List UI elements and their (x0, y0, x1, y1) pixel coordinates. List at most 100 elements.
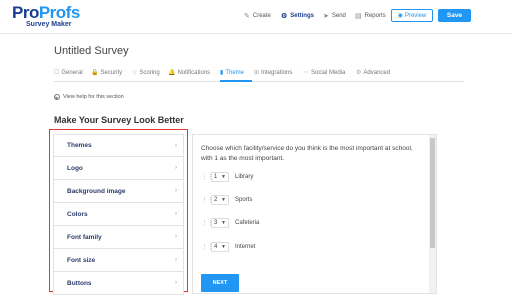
reports-icon: ▤ (355, 13, 362, 20)
chevron-right-icon: › (175, 165, 177, 171)
tab-scoring[interactable]: ☆ Scoring (132, 69, 160, 77)
rank-row[interactable]: ⋮⋮ 2 ▼ Sports (201, 195, 252, 205)
tab-notifications-label: Notifications (177, 69, 211, 76)
active-tab-indicator (220, 80, 252, 82)
rank-select[interactable]: 2 ▼ (211, 195, 229, 205)
rank-value: 3 (214, 220, 218, 226)
tab-advanced-label: Advanced (363, 69, 391, 76)
sidebar-item-label: Font size (67, 256, 96, 264)
sidebar-item-label: Colors (67, 210, 88, 218)
chevron-right-icon: › (175, 211, 177, 217)
rank-value: 2 (214, 197, 218, 203)
tab-notifications[interactable]: 🔔 Notifications (168, 69, 211, 77)
logo-subtitle: Survey Maker (26, 21, 72, 28)
chevron-right-icon: › (175, 257, 177, 263)
general-icon: ☐ (54, 70, 60, 76)
top-header: ProProfs Survey Maker ✎ Create ⚙ Setting… (0, 0, 512, 34)
social-icon: ⋯ (303, 70, 309, 76)
theme-options-list: Themes › Logo › Background image › Colors › … (53, 134, 184, 295)
tab-theme-label: Theme (225, 69, 244, 76)
rank-select[interactable]: 1 ▼ (211, 172, 229, 182)
rank-row[interactable]: ⋮⋮ 3 ▼ Cafeteria (201, 218, 259, 228)
rank-value: 4 (214, 244, 218, 250)
sidebar-item-background-image[interactable]: Background image › (53, 180, 184, 203)
tab-general[interactable]: ☐ General (54, 69, 83, 77)
chevron-down-icon: ▼ (221, 174, 226, 180)
tab-social-media[interactable]: ⋯ Social Media (303, 69, 346, 77)
chevron-right-icon: › (175, 142, 177, 149)
eye-icon: ◉ (397, 13, 403, 19)
question-text: Choose which facility/service do you thi… (201, 145, 413, 162)
nav-settings-label: Settings (290, 13, 314, 19)
chevron-down-icon: ▼ (221, 244, 226, 250)
rank-label: Internet (235, 244, 256, 250)
rank-label: Cafeteria (235, 220, 260, 226)
sidebar-item-font-family[interactable]: Font family › (53, 226, 184, 249)
sidebar-item-themes[interactable]: Themes › (53, 134, 184, 157)
tab-integrations[interactable]: ⊞ Integrations (254, 69, 293, 77)
nav-send[interactable]: ➤ Send (323, 12, 346, 20)
play-icon: ▶ (54, 94, 60, 100)
sidebar-item-label: Font family (67, 233, 102, 241)
advanced-gear-icon: ⚙ (356, 70, 362, 76)
survey-preview: Choose which facility/service do you thi… (192, 134, 437, 294)
drag-handle-icon[interactable]: ⋮⋮ (201, 219, 214, 227)
nav-send-label: Send (331, 13, 346, 19)
save-button[interactable]: Save (438, 9, 471, 22)
chevron-down-icon: ▼ (221, 220, 226, 226)
tab-scoring-label: Scoring (139, 69, 160, 76)
next-button[interactable]: NEXT (201, 274, 239, 292)
sidebar-item-colors[interactable]: Colors › (53, 203, 184, 226)
tab-theme[interactable]: ▮ Theme (220, 69, 244, 77)
tab-security[interactable]: 🔒 Security (91, 69, 123, 77)
preview-button-label: Preview (404, 12, 427, 19)
chevron-right-icon: › (175, 188, 177, 194)
nav-create-label: Create (252, 13, 271, 19)
chevron-down-icon: ▼ (221, 197, 226, 203)
sidebar-item-font-size[interactable]: Font size › (53, 249, 184, 272)
nav-settings[interactable]: ⚙ Settings (281, 12, 314, 20)
tab-general-label: General (61, 69, 83, 76)
logo-text-pro: Pro (12, 3, 39, 22)
preview-button[interactable]: ◉ Preview (391, 9, 433, 22)
tab-social-media-label: Social Media (311, 69, 346, 76)
nav-reports[interactable]: ▤ Reports (355, 12, 386, 20)
tab-security-label: Security (100, 69, 123, 76)
settings-tabs: ☐ General 🔒 Security ☆ Scoring 🔔 Notific… (54, 64, 464, 82)
help-link-label: View help for this section (63, 94, 124, 100)
drag-handle-icon[interactable]: ⋮⋮ (201, 173, 214, 181)
sidebar-item-label: Themes (67, 142, 92, 149)
proprofs-logo[interactable]: ProProfs Survey Maker (12, 3, 80, 29)
section-heading: Make Your Survey Look Better (54, 115, 184, 125)
lock-icon: 🔒 (91, 70, 99, 76)
rank-value: 1 (214, 174, 218, 180)
theme-icon: ▮ (220, 70, 224, 76)
logo-text-profs: Profs (38, 3, 80, 22)
star-icon: ☆ (132, 70, 138, 76)
rank-label: Sports (235, 197, 253, 203)
nav-create[interactable]: ✎ Create (244, 12, 271, 20)
chevron-right-icon: › (175, 280, 177, 286)
survey-title[interactable]: Untitled Survey (54, 45, 129, 57)
sidebar-item-label: Background image (67, 187, 126, 195)
integrations-icon: ⊞ (254, 70, 260, 76)
rank-row[interactable]: ⋮⋮ 4 ▼ Internet (201, 242, 255, 252)
preview-scrollbar[interactable] (429, 135, 436, 293)
sidebar-item-buttons[interactable]: Buttons › (53, 272, 184, 295)
rank-select[interactable]: 4 ▼ (211, 242, 229, 252)
drag-handle-icon[interactable]: ⋮⋮ (201, 196, 214, 204)
sidebar-item-logo[interactable]: Logo › (53, 157, 184, 180)
chevron-right-icon: › (175, 234, 177, 240)
sidebar-item-label: Logo (67, 164, 83, 172)
send-icon: ➤ (323, 13, 329, 20)
help-link[interactable]: ▶ View help for this section (54, 94, 124, 100)
nav-reports-label: Reports (364, 13, 386, 19)
gear-icon: ⚙ (281, 13, 288, 20)
drag-handle-icon[interactable]: ⋮⋮ (201, 243, 214, 251)
rank-select[interactable]: 3 ▼ (211, 218, 229, 228)
bell-icon: 🔔 (168, 70, 176, 76)
scrollbar-thumb[interactable] (430, 138, 435, 248)
rank-row[interactable]: ⋮⋮ 1 ▼ Library (201, 172, 253, 182)
tab-integrations-label: Integrations (261, 69, 293, 76)
tab-advanced[interactable]: ⚙ Advanced (356, 69, 391, 77)
